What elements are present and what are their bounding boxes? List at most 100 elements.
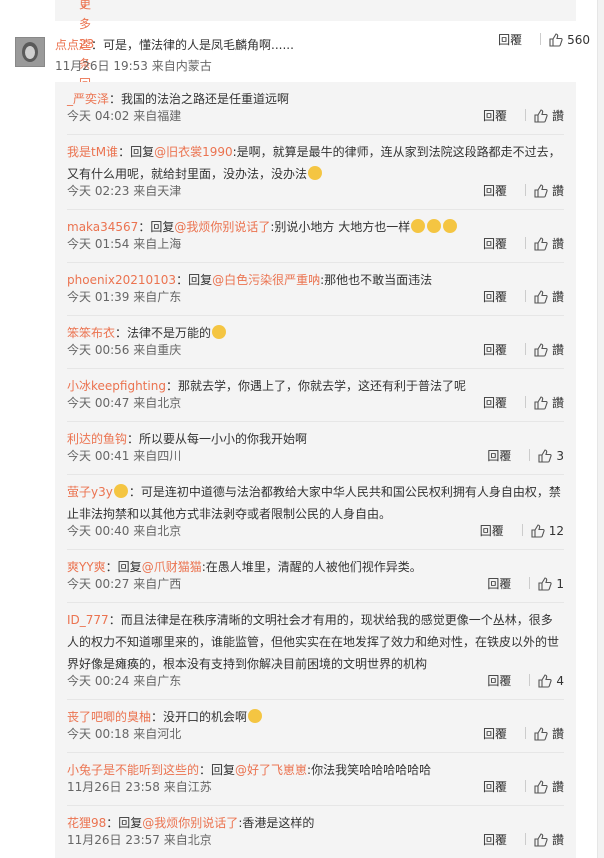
thumbs-up-icon <box>534 780 548 794</box>
comment-page: 更多23条回复 ⌄ 点点逵：可是，懂法律的人是凤毛麟角啊...... 11月26… <box>0 0 604 858</box>
like-button[interactable]: 4 <box>538 671 564 691</box>
reply-body: :你法我笑哈哈哈哈哈哈 <box>307 763 432 777</box>
like-count: 讚 <box>551 833 564 847</box>
reply-list: _严奕泽：我国的法治之路还是任重道远啊 今天 04:02 来自福建 回覆讚我是tM谁… <box>55 82 576 858</box>
reply-username[interactable]: 萤子y3y <box>67 485 113 499</box>
divider <box>540 33 542 45</box>
reply-username[interactable]: 利达的鱼钩 <box>67 432 127 446</box>
reply-button[interactable]: 回覆 <box>498 30 522 50</box>
mention-link[interactable]: @我烦你别说话了 <box>174 220 270 234</box>
like-button[interactable]: 讚 <box>534 393 564 413</box>
reply-meta: 今天 01:39 来自广东 回覆 讚 <box>67 287 564 307</box>
reply-username[interactable]: 花狸98 <box>67 816 106 830</box>
reply-username[interactable]: 爽YY爽 <box>67 560 106 574</box>
reply-location: 来自福建 <box>133 109 182 123</box>
reply-button[interactable]: 回覆 <box>487 671 511 691</box>
like-button[interactable]: 12 <box>531 521 564 541</box>
like-button[interactable]: 1 <box>538 574 564 594</box>
mention-link[interactable]: @旧衣裳1990 <box>154 145 233 159</box>
reply-body: :那他也不敢当面违法 <box>320 273 433 287</box>
like-count: 讚 <box>551 184 564 198</box>
reply-actions: 回覆 讚 <box>483 106 564 126</box>
mention-link[interactable]: @好了飞崽崽 <box>235 763 307 777</box>
reply-username[interactable]: 丧了吧唧的臭柚 <box>67 710 151 724</box>
like-button[interactable]: 讚 <box>534 234 564 254</box>
reply-button[interactable]: 回覆 <box>483 830 507 850</box>
reply-button[interactable]: 回覆 <box>483 340 507 360</box>
divider <box>524 343 526 355</box>
reply-button[interactable]: 回覆 <box>483 106 507 126</box>
thumbs-up-icon <box>534 290 548 304</box>
like-button[interactable]: 讚 <box>534 777 564 797</box>
reply-time: 今天 04:02 <box>67 109 134 123</box>
divider <box>529 449 531 461</box>
reply-time: 今天 00:41 <box>67 449 134 463</box>
reply-username[interactable]: 小兔子是不能听到这些的 <box>67 763 199 777</box>
reply-text: 我是tM谁：回复@旧衣裳1990:是啊，就算是最牛的律师，连从家到法院这段路都走… <box>67 135 564 185</box>
reply-location: 来自四川 <box>133 449 182 463</box>
reply-body: ：回复 <box>138 220 175 234</box>
scrollbar[interactable] <box>597 0 604 858</box>
like-count: 4 <box>556 674 564 688</box>
reply-location: 来自重庆 <box>133 343 182 357</box>
reply-time: 11月26日 23:58 <box>67 780 164 794</box>
reply-actions: 回覆 讚 <box>483 830 564 850</box>
like-button[interactable]: 讚 <box>534 830 564 850</box>
reply-button[interactable]: 回覆 <box>483 724 507 744</box>
reply-username[interactable]: phoenix20210103 <box>67 273 176 287</box>
like-button[interactable]: 讚 <box>534 181 564 201</box>
divider <box>524 237 526 249</box>
reply-username[interactable]: ID_777 <box>67 613 109 627</box>
emoji-icon <box>443 219 458 233</box>
like-button[interactable]: 560 <box>549 30 590 50</box>
reply-meta: 11月26日 23:57 来自北京 回覆 讚 <box>67 830 564 850</box>
reply-button[interactable]: 回覆 <box>483 777 507 797</box>
reply-username[interactable]: 我是tM谁 <box>67 145 118 159</box>
divider <box>529 674 531 686</box>
reply-time: 今天 01:39 <box>67 290 134 304</box>
reply-username[interactable]: _严奕泽 <box>67 92 109 106</box>
more-replies-bar[interactable]: 更多23条回复 ⌄ <box>55 0 576 111</box>
reply-username[interactable]: 小冰keepfighting <box>67 379 166 393</box>
emoji-icon <box>411 219 426 233</box>
like-count: 讚 <box>551 727 564 741</box>
reply-time: 今天 00:27 <box>67 577 134 591</box>
main-comment-user[interactable]: 点点逵 <box>55 38 91 52</box>
reply-location: 来自江苏 <box>163 780 212 794</box>
reply-text: 萤子y3y ：可是连初中道德与法治都教给大家中华人民共和国公民权利拥有人身自由权，… <box>67 475 564 525</box>
reply-button[interactable]: 回覆 <box>483 287 507 307</box>
mention-link[interactable]: @白色污染很严重呐 <box>212 273 320 287</box>
avatar[interactable] <box>15 37 45 67</box>
reply-time: 今天 00:24 <box>67 674 134 688</box>
thumbs-up-icon <box>549 33 563 47</box>
reply-username[interactable]: 笨笨布衣 <box>67 326 115 340</box>
like-button[interactable]: 讚 <box>534 287 564 307</box>
reply-body: ：那就去学，你遇上了，你就去学，这还有利于普法了呢 <box>165 379 466 393</box>
reply-button[interactable]: 回覆 <box>483 234 507 254</box>
like-button[interactable]: 讚 <box>534 724 564 744</box>
reply-item: 小冰keepfighting：那就去学，你遇上了，你就去学，这还有利于普法了呢今… <box>67 369 564 422</box>
reply-button[interactable]: 回覆 <box>480 521 504 541</box>
reply-actions: 回覆 讚 <box>483 340 564 360</box>
like-button[interactable]: 讚 <box>534 340 564 360</box>
reply-button[interactable]: 回覆 <box>483 393 507 413</box>
reply-actions: 回覆 讚 <box>483 287 564 307</box>
chevron-down-icon: ⌄ <box>79 0 90 11</box>
reply-username[interactable]: maka34567 <box>67 220 138 234</box>
divider <box>524 396 526 408</box>
divider <box>524 290 526 302</box>
like-button[interactable]: 3 <box>538 446 564 466</box>
reply-location: 来自天津 <box>133 184 182 198</box>
reply-button[interactable]: 回覆 <box>487 446 511 466</box>
reply-location: 来自河北 <box>133 727 182 741</box>
reply-meta: 今天 02:23 来自天津 回覆 讚 <box>67 181 564 201</box>
reply-body: ：没开口的机会啊 <box>151 710 248 724</box>
mention-link[interactable]: @我烦你别说话了 <box>142 816 238 830</box>
reply-body: ：回复 <box>105 560 142 574</box>
reply-button[interactable]: 回覆 <box>487 574 511 594</box>
mention-link[interactable]: @爪财猫猫 <box>142 560 202 574</box>
like-button[interactable]: 讚 <box>534 106 564 126</box>
reply-button[interactable]: 回覆 <box>483 181 507 201</box>
divider <box>521 524 523 536</box>
reply-actions: 回覆 讚 <box>483 724 564 744</box>
